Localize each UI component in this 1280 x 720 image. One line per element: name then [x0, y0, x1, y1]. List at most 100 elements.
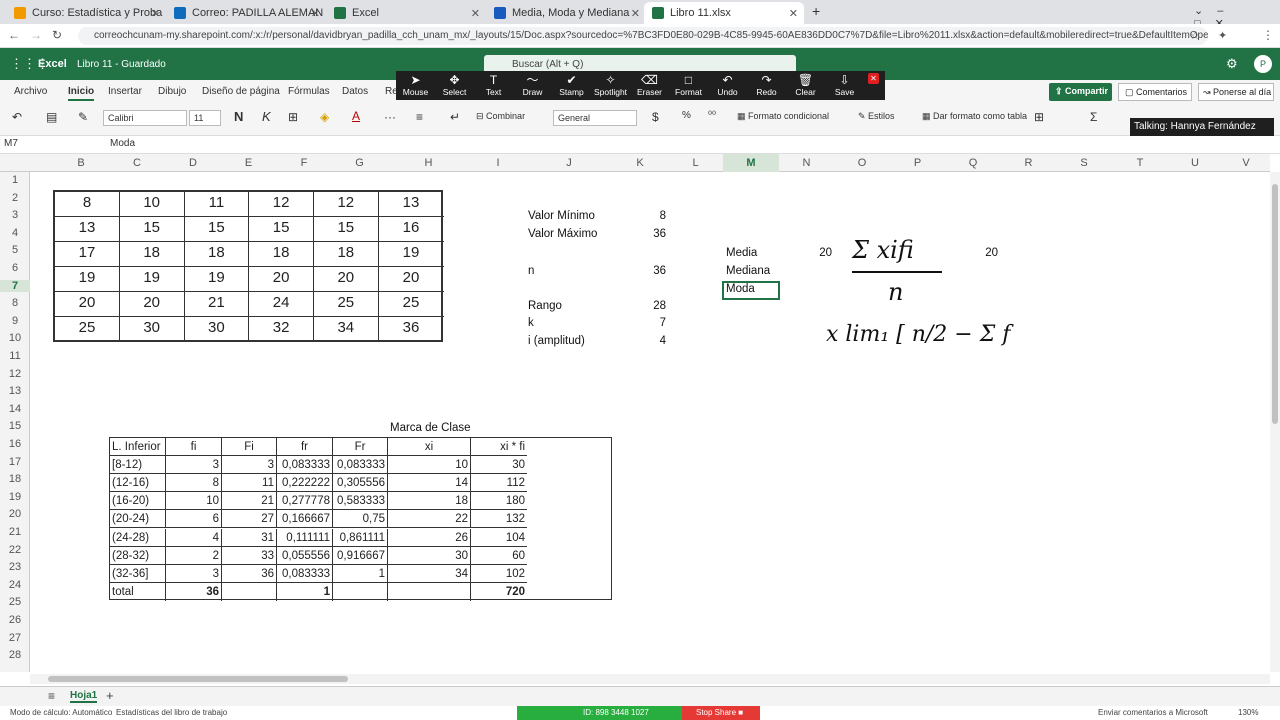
table-cell[interactable]: 132 — [471, 510, 527, 529]
col-header[interactable]: L — [668, 154, 723, 172]
table-cell[interactable]: 18 — [388, 492, 471, 511]
table-cell[interactable]: 104 — [471, 529, 527, 547]
row-header[interactable]: 27 — [0, 632, 30, 644]
share-button[interactable]: ⇪ Compartir — [1049, 83, 1112, 101]
table-cell[interactable]: 36 — [166, 582, 222, 601]
table-cell[interactable]: 0,305556 — [333, 474, 388, 493]
star-icon[interactable]: ☆ — [1190, 29, 1200, 42]
table-cell[interactable]: 33 — [222, 546, 277, 565]
row-header[interactable]: 24 — [0, 579, 30, 591]
table-cell[interactable] — [222, 582, 277, 601]
paste-icon[interactable]: ▤ — [46, 110, 57, 124]
row-header[interactable]: 4 — [0, 227, 30, 239]
table-cell[interactable]: 0,166667 — [277, 510, 333, 529]
close-icon[interactable]: ✕ — [789, 7, 798, 20]
currency-icon[interactable]: $ — [652, 110, 659, 124]
table-cell[interactable]: 27 — [222, 510, 277, 529]
table-cell[interactable]: 180 — [471, 492, 527, 511]
table-cell[interactable]: 10 — [388, 456, 471, 475]
undo-tool[interactable]: ↶ Undo — [708, 71, 747, 100]
stop-share-button[interactable]: Stop Share ■ — [682, 706, 760, 720]
table-cell[interactable]: 0,583333 — [333, 492, 388, 511]
styles-button[interactable]: ✎ Estilos — [858, 111, 895, 122]
close-icon[interactable]: ✕ — [631, 7, 640, 20]
add-sheet-icon[interactable]: + — [106, 688, 114, 703]
row-header[interactable]: 22 — [0, 544, 30, 556]
table-cell[interactable]: 60 — [471, 547, 527, 565]
format-painter-icon[interactable]: ✎ — [78, 110, 88, 124]
close-icon[interactable]: ✕ — [151, 7, 160, 20]
table-cell[interactable]: (28-32) — [110, 546, 166, 565]
col-header[interactable]: S — [1056, 154, 1112, 172]
table-cell[interactable]: 30 — [388, 546, 471, 565]
table-header-cell[interactable]: Fr — [333, 438, 388, 456]
table-cell[interactable]: 14 — [388, 474, 471, 493]
comments-button[interactable]: ▢ Comentarios — [1118, 83, 1192, 101]
font-size-select[interactable]: 11 — [189, 110, 221, 126]
row-header[interactable]: 13 — [0, 385, 30, 397]
document-title[interactable]: Libro 11 - Guardado — [77, 59, 166, 70]
spotlight-tool[interactable]: ✧ Spotlight — [591, 71, 630, 100]
table-cell[interactable] — [388, 582, 471, 601]
more-icon[interactable]: ··· — [384, 110, 396, 124]
percent-icon[interactable]: % — [682, 110, 691, 121]
format-tool[interactable]: □ Format — [669, 71, 708, 100]
forward-icon[interactable]: → — [30, 28, 42, 42]
table-cell[interactable]: 102 — [471, 565, 527, 583]
row-header[interactable]: 17 — [0, 456, 30, 468]
close-icon[interactable]: ✕ — [471, 7, 480, 20]
table-cell[interactable]: 0,055556 — [277, 546, 333, 565]
wrap-text-icon[interactable]: ↵ — [450, 110, 460, 124]
col-header[interactable]: O — [834, 154, 890, 172]
row-header[interactable]: 20 — [0, 508, 30, 520]
browser-tab[interactable]: Excel ✕ — [326, 2, 486, 24]
table-cell[interactable]: 3 — [166, 564, 222, 583]
row-header[interactable]: 10 — [0, 332, 30, 344]
media-value[interactable]: 20 — [792, 247, 832, 259]
italic-icon[interactable]: K — [262, 109, 271, 124]
menu-datos[interactable]: Datos — [342, 86, 368, 97]
insert-cells-icon[interactable]: ⊞ — [1034, 110, 1044, 124]
col-header[interactable]: B — [53, 154, 109, 172]
formula-input[interactable]: Moda — [110, 138, 135, 149]
decimals-icon[interactable]: ⁰⁰ — [708, 110, 716, 121]
menu-diseno-pagina[interactable]: Diseño de página — [202, 86, 280, 97]
font-color-icon[interactable]: A — [352, 109, 360, 123]
merge-button[interactable]: ⊟ Combinar — [476, 111, 525, 122]
menu-dibujo[interactable]: Dibujo — [158, 86, 186, 97]
autosum-icon[interactable]: Σ — [1090, 110, 1097, 124]
stamp-tool[interactable]: ✔ Stamp — [552, 71, 591, 100]
vertical-scrollbar[interactable] — [1270, 172, 1280, 672]
table-cell[interactable]: (16-20) — [110, 492, 166, 511]
row-header[interactable]: 16 — [0, 438, 30, 450]
table-header-cell[interactable]: fi — [166, 438, 222, 456]
row-header[interactable]: 12 — [0, 368, 30, 380]
row-header[interactable]: 2 — [0, 192, 30, 204]
browser-tab-active[interactable]: Libro 11.xlsx ✕ — [644, 2, 804, 24]
table-cell[interactable]: 1 — [333, 564, 388, 583]
col-header[interactable]: N — [779, 154, 834, 172]
fill-color-icon[interactable]: ◈ — [320, 110, 329, 124]
number-format-select[interactable]: General — [553, 110, 637, 126]
extensions-icon[interactable]: ✦ — [1218, 29, 1227, 42]
stat-label[interactable]: i (amplitud) — [528, 335, 585, 347]
stat-label[interactable]: Rango — [528, 300, 562, 312]
col-header[interactable]: D — [165, 154, 221, 172]
table-cell[interactable]: 0,222222 — [277, 474, 333, 493]
table-cell[interactable]: 0,083333 — [333, 456, 388, 475]
table-cell[interactable]: 0,861111 — [333, 528, 388, 547]
col-header[interactable]: R — [1001, 154, 1056, 172]
row-header[interactable]: 28 — [0, 649, 30, 661]
scroll-thumb[interactable] — [1272, 184, 1278, 424]
bold-icon[interactable]: N — [234, 109, 243, 124]
row-header[interactable]: 3 — [0, 209, 30, 221]
table-cell[interactable]: 0,083333 — [277, 564, 333, 583]
row-header[interactable]: 18 — [0, 473, 30, 485]
reload-icon[interactable]: ↻ — [52, 28, 62, 42]
stat-label[interactable]: k — [528, 317, 534, 329]
clear-tool[interactable]: 🗑 Clear — [786, 71, 825, 100]
media-label[interactable]: Media — [726, 247, 757, 259]
table-cell[interactable]: 3 — [166, 456, 222, 475]
stat-label[interactable]: n — [528, 265, 534, 277]
table-cell[interactable]: (20-24) — [110, 510, 166, 529]
